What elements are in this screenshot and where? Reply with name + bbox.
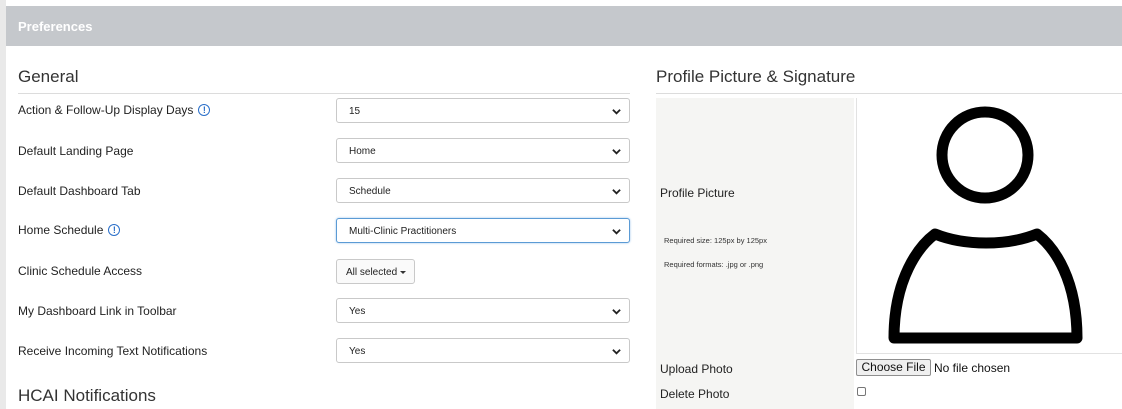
info-icon[interactable]: ! xyxy=(108,224,121,236)
required-formats-note: Required formats: .jpg or .png xyxy=(664,260,764,269)
general-section-title: General xyxy=(18,67,79,86)
text-notifications-select[interactable]: Yes xyxy=(336,338,630,363)
landing-page-label: Default Landing Page xyxy=(18,144,134,158)
info-icon[interactable]: ! xyxy=(198,104,211,116)
clinic-access-value: All selected xyxy=(346,267,398,278)
header-title: Preferences xyxy=(18,19,93,34)
profile-section-title: Profile Picture & Signature xyxy=(656,67,856,86)
home-schedule-label: Home Schedule xyxy=(18,223,104,237)
text-notifications-value: Yes xyxy=(349,346,366,357)
row-label-clinic-access: Clinic Schedule Access xyxy=(18,264,142,278)
row-label-text-notifications: Receive Incoming Text Notifications xyxy=(18,344,207,358)
landing-page-select[interactable]: Home xyxy=(336,138,630,163)
required-size-note: Required size: 125px by 125px xyxy=(664,236,767,245)
home-schedule-select[interactable]: Multi-Clinic Practitioners xyxy=(336,218,630,243)
caret-down-icon xyxy=(400,270,407,274)
row-label-home-schedule: Home Schedule ! xyxy=(18,223,121,237)
profile-picture-label: Profile Picture xyxy=(660,186,735,200)
hcai-section-title: HCAI Notifications xyxy=(18,386,156,405)
dashboard-link-select[interactable]: Yes xyxy=(336,298,630,323)
upload-photo-label: Upload Photo xyxy=(660,362,733,376)
landing-page-value: Home xyxy=(349,146,376,157)
delete-photo-checkbox[interactable] xyxy=(857,387,866,396)
chevron-down-icon xyxy=(612,349,621,355)
text-notifications-label: Receive Incoming Text Notifications xyxy=(18,344,208,358)
row-label-display-days: Action & Follow-Up Display Days ! xyxy=(18,103,211,117)
dashboard-link-value: Yes xyxy=(349,306,366,317)
row-label-dashboard-link: My Dashboard Link in Toolbar xyxy=(18,304,177,318)
display-days-select[interactable]: 15 xyxy=(336,98,630,123)
profile-divider xyxy=(656,93,1122,94)
left-gutter xyxy=(0,0,6,409)
chevron-down-icon xyxy=(612,189,621,195)
row-label-dashboard-tab: Default Dashboard Tab xyxy=(18,184,141,198)
choose-file-button[interactable]: Choose File xyxy=(856,359,931,376)
dashboard-tab-value: Schedule xyxy=(349,186,391,197)
chevron-down-icon xyxy=(612,109,621,115)
home-schedule-value: Multi-Clinic Practitioners xyxy=(349,226,457,237)
display-days-label: Action & Follow-Up Display Days xyxy=(18,103,194,117)
display-days-value: 15 xyxy=(349,106,361,117)
file-status-text: No file chosen xyxy=(934,361,1011,375)
dashboard-tab-select[interactable]: Schedule xyxy=(336,178,630,203)
row-label-landing-page: Default Landing Page xyxy=(18,144,133,158)
delete-photo-label: Delete Photo xyxy=(660,387,730,401)
profile-picture-preview xyxy=(856,98,1122,354)
preferences-header: Preferences xyxy=(6,6,1122,46)
clinic-access-multiselect[interactable]: All selected xyxy=(336,259,415,284)
chevron-down-icon xyxy=(612,149,621,155)
clinic-access-label: Clinic Schedule Access xyxy=(18,264,143,278)
dashboard-link-label: My Dashboard Link in Toolbar xyxy=(18,304,177,318)
user-avatar-icon xyxy=(888,106,1083,344)
chevron-down-icon xyxy=(612,309,621,315)
dashboard-tab-label: Default Dashboard Tab xyxy=(18,184,141,198)
general-divider xyxy=(18,93,630,94)
chevron-down-icon xyxy=(612,229,621,235)
